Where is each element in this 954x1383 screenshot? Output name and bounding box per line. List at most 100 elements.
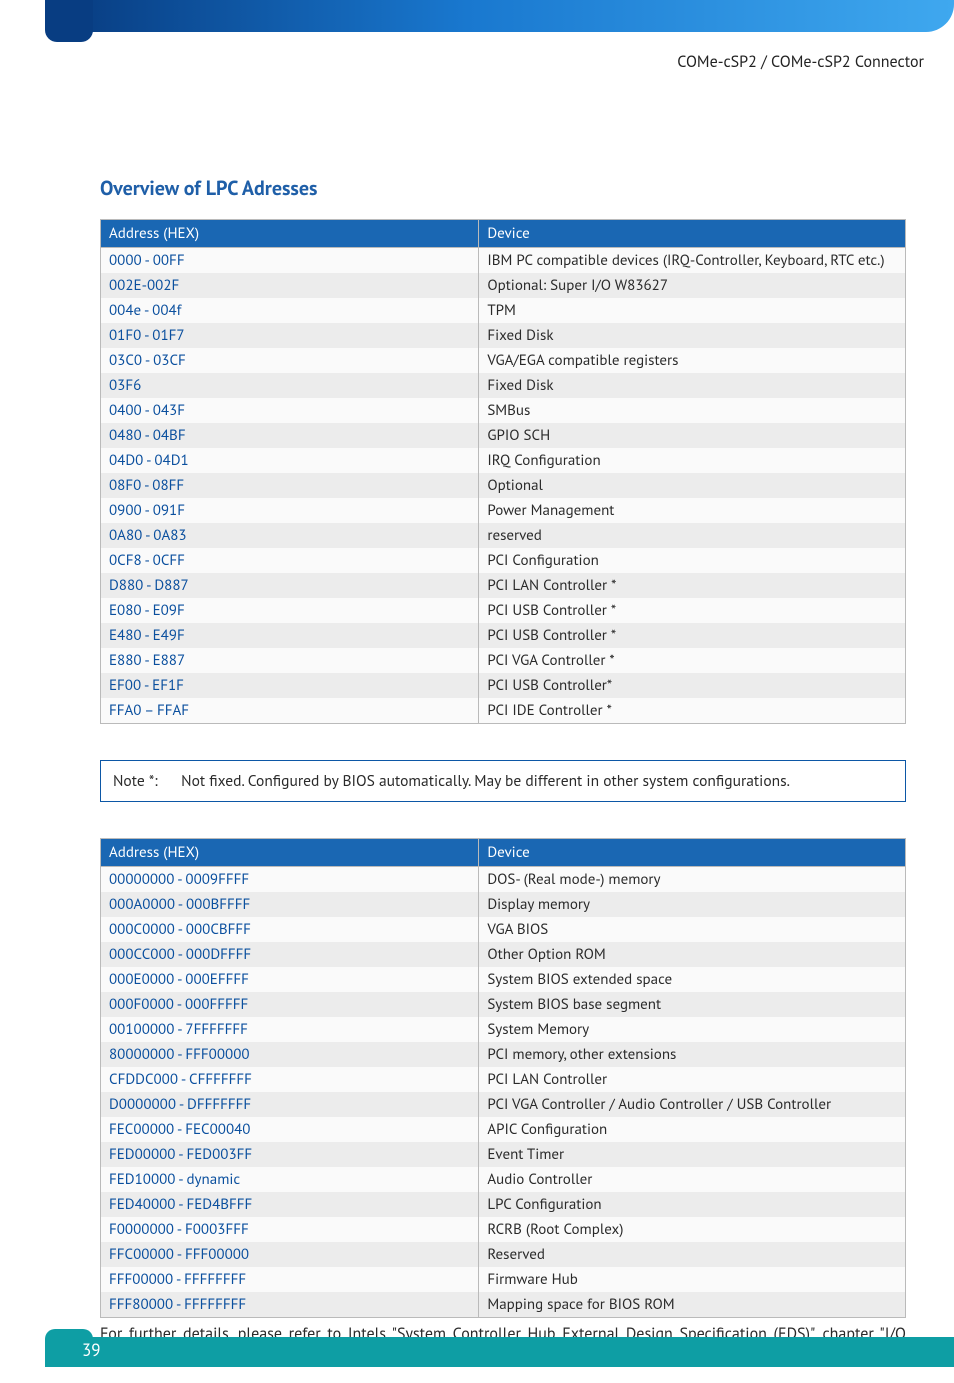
cell-device: PCI memory, other extensions <box>479 1042 906 1067</box>
table-row: 00100000 - 7FFFFFFFSystem Memory <box>101 1017 906 1042</box>
breadcrumb: COMe-cSP2 / COMe-cSP2 Connector <box>677 52 924 72</box>
col-header-device: Device <box>479 839 906 867</box>
table-row: 03C0 - 03CFVGA/EGA compatible registers <box>101 348 906 373</box>
cell-device: reserved <box>479 523 906 548</box>
cell-address: 0480 - 04BF <box>101 423 479 448</box>
lpc-io-address-table: Address (HEX) Device 0000 - 00FFIBM PC c… <box>100 219 906 724</box>
table-row: 0CF8 - 0CFFPCI Configuration <box>101 548 906 573</box>
table-row: 00000000 - 0009FFFFDOS- (Real mode-) mem… <box>101 867 906 893</box>
cell-device: Optional <box>479 473 906 498</box>
section-title: Overview of LPC Adresses <box>100 175 906 201</box>
col-header-address: Address (HEX) <box>101 839 479 867</box>
table-row: 000F0000 - 000FFFFFSystem BIOS base segm… <box>101 992 906 1017</box>
table-row: FED00000 - FED003FFEvent Timer <box>101 1142 906 1167</box>
table-row: FFF00000 - FFFFFFFFFirmware Hub <box>101 1267 906 1292</box>
cell-device: Power Management <box>479 498 906 523</box>
cell-device: PCI LAN Controller <box>479 1067 906 1092</box>
table-row: 000C0000 - 000CBFFFVGA BIOS <box>101 917 906 942</box>
cell-address: 000F0000 - 000FFFFF <box>101 992 479 1017</box>
cell-device: RCRB (Root Complex) <box>479 1217 906 1242</box>
cell-address: 0400 - 043F <box>101 398 479 423</box>
cell-address: D880 - D887 <box>101 573 479 598</box>
table-row: F0000000 - F0003FFFRCRB (Root Complex) <box>101 1217 906 1242</box>
table-row: 0000 - 00FFIBM PC compatible devices (IR… <box>101 248 906 274</box>
cell-address: D0000000 - DFFFFFFF <box>101 1092 479 1117</box>
table-row: D0000000 - DFFFFFFFPCI VGA Controller / … <box>101 1092 906 1117</box>
table-row: 03F6Fixed Disk <box>101 373 906 398</box>
note-box: Note *: Not fixed. Configured by BIOS au… <box>100 760 906 802</box>
table-row: CFDDC000 - CFFFFFFFPCI LAN Controller <box>101 1067 906 1092</box>
cell-device: TPM <box>479 298 906 323</box>
cell-address: E480 - E49F <box>101 623 479 648</box>
cell-address: 000E0000 - 000EFFFF <box>101 967 479 992</box>
table-row: 0480 - 04BFGPIO SCH <box>101 423 906 448</box>
cell-device: Firmware Hub <box>479 1267 906 1292</box>
col-header-device: Device <box>479 220 906 248</box>
cell-address: EF00 - EF1F <box>101 673 479 698</box>
cell-device: PCI VGA Controller * <box>479 648 906 673</box>
cell-address: CFDDC000 - CFFFFFFF <box>101 1067 479 1092</box>
cell-device: Display memory <box>479 892 906 917</box>
table-row: FED40000 - FED4BFFFLPC Configuration <box>101 1192 906 1217</box>
page-footer: 39 <box>0 1329 954 1367</box>
cell-device: IBM PC compatible devices (IRQ-Controlle… <box>479 248 906 274</box>
table-row: 0400 - 043FSMBus <box>101 398 906 423</box>
page-number: 39 <box>82 1339 101 1361</box>
cell-device: System Memory <box>479 1017 906 1042</box>
table-row: E880 - E887PCI VGA Controller * <box>101 648 906 673</box>
cell-device: PCI USB Controller* <box>479 673 906 698</box>
cell-address: FFF80000 - FFFFFFFF <box>101 1292 479 1318</box>
cell-device: Other Option ROM <box>479 942 906 967</box>
table-row: 002E-002FOptional: Super I/O W83627 <box>101 273 906 298</box>
cell-device: PCI LAN Controller * <box>479 573 906 598</box>
col-header-address: Address (HEX) <box>101 220 479 248</box>
cell-address: FFC00000 - FFF00000 <box>101 1242 479 1267</box>
cell-address: 01F0 - 01F7 <box>101 323 479 348</box>
cell-device: System BIOS base segment <box>479 992 906 1017</box>
table-row: 000CC000 - 000DFFFFOther Option ROM <box>101 942 906 967</box>
table-row: EF00 - EF1FPCI USB Controller* <box>101 673 906 698</box>
cell-address: FED40000 - FED4BFFF <box>101 1192 479 1217</box>
cell-device: DOS- (Real mode-) memory <box>479 867 906 893</box>
table-row: FFA0 – FFAFPCI IDE Controller * <box>101 698 906 724</box>
cell-address: 0CF8 - 0CFF <box>101 548 479 573</box>
header-tab <box>45 0 93 42</box>
cell-address: FED00000 - FED003FF <box>101 1142 479 1167</box>
cell-address: FFF00000 - FFFFFFFF <box>101 1267 479 1292</box>
table-row: 80000000 - FFF00000PCI memory, other ext… <box>101 1042 906 1067</box>
cell-device: Mapping space for BIOS ROM <box>479 1292 906 1318</box>
cell-address: 0A80 - 0A83 <box>101 523 479 548</box>
cell-device: Fixed Disk <box>479 373 906 398</box>
table-row: E080 - E09FPCI USB Controller * <box>101 598 906 623</box>
cell-address: FEC00000 - FEC00040 <box>101 1117 479 1142</box>
cell-device: Fixed Disk <box>479 323 906 348</box>
cell-device: VGA BIOS <box>479 917 906 942</box>
cell-address: FFA0 – FFAF <box>101 698 479 724</box>
cell-device: VGA/EGA compatible registers <box>479 348 906 373</box>
cell-address: 00100000 - 7FFFFFFF <box>101 1017 479 1042</box>
table-row: FEC00000 - FEC00040APIC Configuration <box>101 1117 906 1142</box>
cell-address: 0000 - 00FF <box>101 248 479 274</box>
cell-address: 004e - 004f <box>101 298 479 323</box>
table-row: FFF80000 - FFFFFFFFMapping space for BIO… <box>101 1292 906 1318</box>
cell-address: 80000000 - FFF00000 <box>101 1042 479 1067</box>
cell-device: PCI VGA Controller / Audio Controller / … <box>479 1092 906 1117</box>
cell-device: Optional: Super I/O W83627 <box>479 273 906 298</box>
cell-address: 04D0 - 04D1 <box>101 448 479 473</box>
cell-device: APIC Configuration <box>479 1117 906 1142</box>
page-header-ornament <box>0 0 954 45</box>
cell-address: 000CC000 - 000DFFFF <box>101 942 479 967</box>
table-row: D880 - D887PCI LAN Controller * <box>101 573 906 598</box>
header-gradient-bar <box>68 0 954 32</box>
table-row: FED10000 - dynamicAudio Controller <box>101 1167 906 1192</box>
cell-address: F0000000 - F0003FFF <box>101 1217 479 1242</box>
cell-device: IRQ Configuration <box>479 448 906 473</box>
cell-address: 03F6 <box>101 373 479 398</box>
cell-device: SMBus <box>479 398 906 423</box>
page-content: Overview of LPC Adresses Address (HEX) D… <box>0 45 954 1367</box>
cell-device: System BIOS extended space <box>479 967 906 992</box>
cell-device: GPIO SCH <box>479 423 906 448</box>
cell-device: PCI USB Controller * <box>479 598 906 623</box>
cell-device: Event Timer <box>479 1142 906 1167</box>
cell-device: LPC Configuration <box>479 1192 906 1217</box>
